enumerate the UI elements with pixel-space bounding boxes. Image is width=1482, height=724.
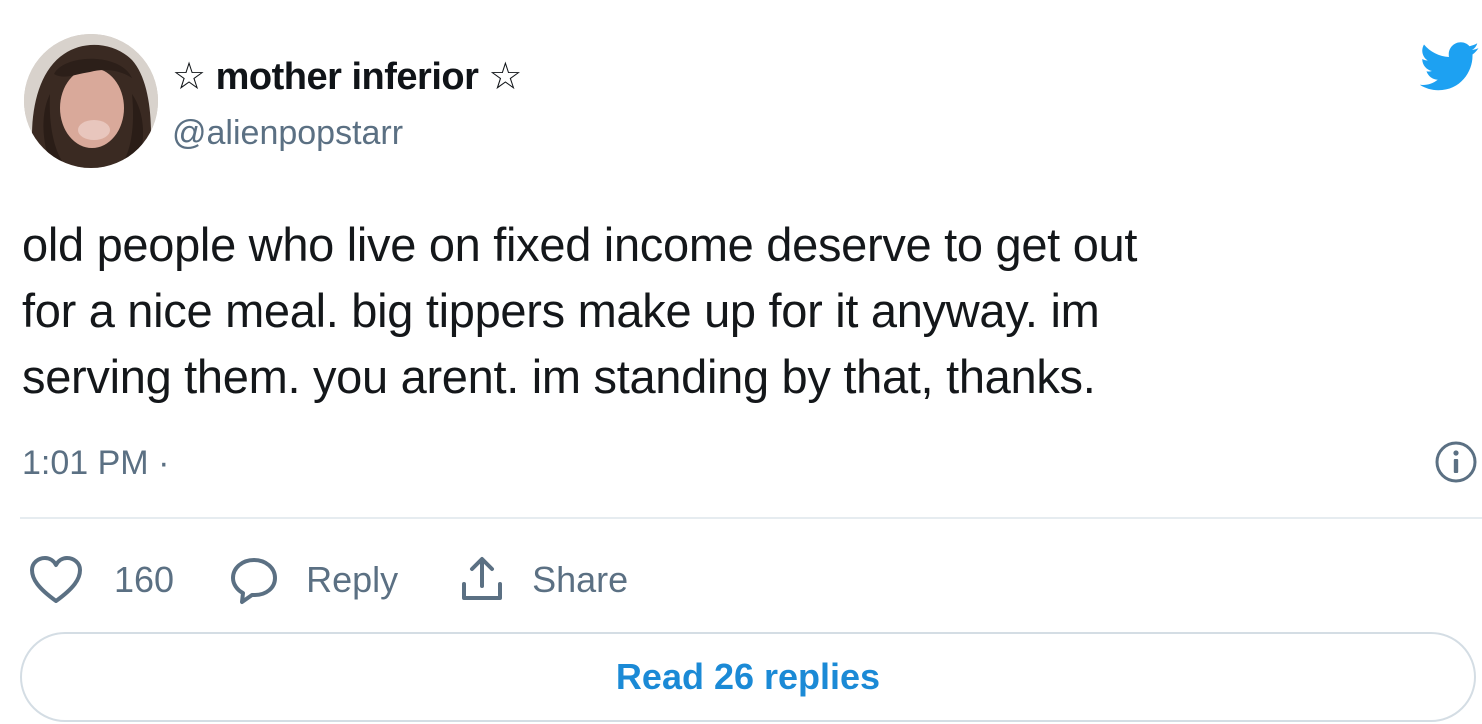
tweet-text: old people who live on fixed income dese… <box>22 212 1462 410</box>
share-icon <box>456 554 508 606</box>
display-name[interactable]: ☆ mother inferior ☆ <box>172 54 523 99</box>
share-label: Share <box>532 559 629 600</box>
like-count: 160 <box>114 559 175 600</box>
heart-icon <box>28 554 84 606</box>
reply-label: Reply <box>306 559 399 600</box>
divider <box>20 517 1482 519</box>
reply-button[interactable]: Reply <box>228 554 398 606</box>
tweet-timestamp[interactable]: 1:01 PM · <box>22 444 169 483</box>
tweet-card: ☆ mother inferior ☆ @alienpopstarr old p… <box>0 0 1482 724</box>
share-button[interactable]: Share <box>456 554 628 606</box>
tweet-line: serving them. you arent. im standing by … <box>22 350 1096 403</box>
avatar[interactable] <box>24 34 158 168</box>
read-replies-button[interactable]: Read 26 replies <box>20 632 1476 722</box>
info-icon[interactable] <box>1434 440 1478 484</box>
tweet-line: old people who live on fixed income dese… <box>22 218 1138 271</box>
action-bar: 160 Reply Share <box>28 550 628 610</box>
profile-photo-icon <box>24 34 158 168</box>
like-button[interactable]: 160 <box>28 554 174 606</box>
user-handle[interactable]: @alienpopstarr <box>172 114 403 153</box>
reply-bubble-icon <box>228 554 280 606</box>
tweet-line: for a nice meal. big tippers make up for… <box>22 284 1100 337</box>
twitter-bird-icon[interactable] <box>1420 40 1480 94</box>
